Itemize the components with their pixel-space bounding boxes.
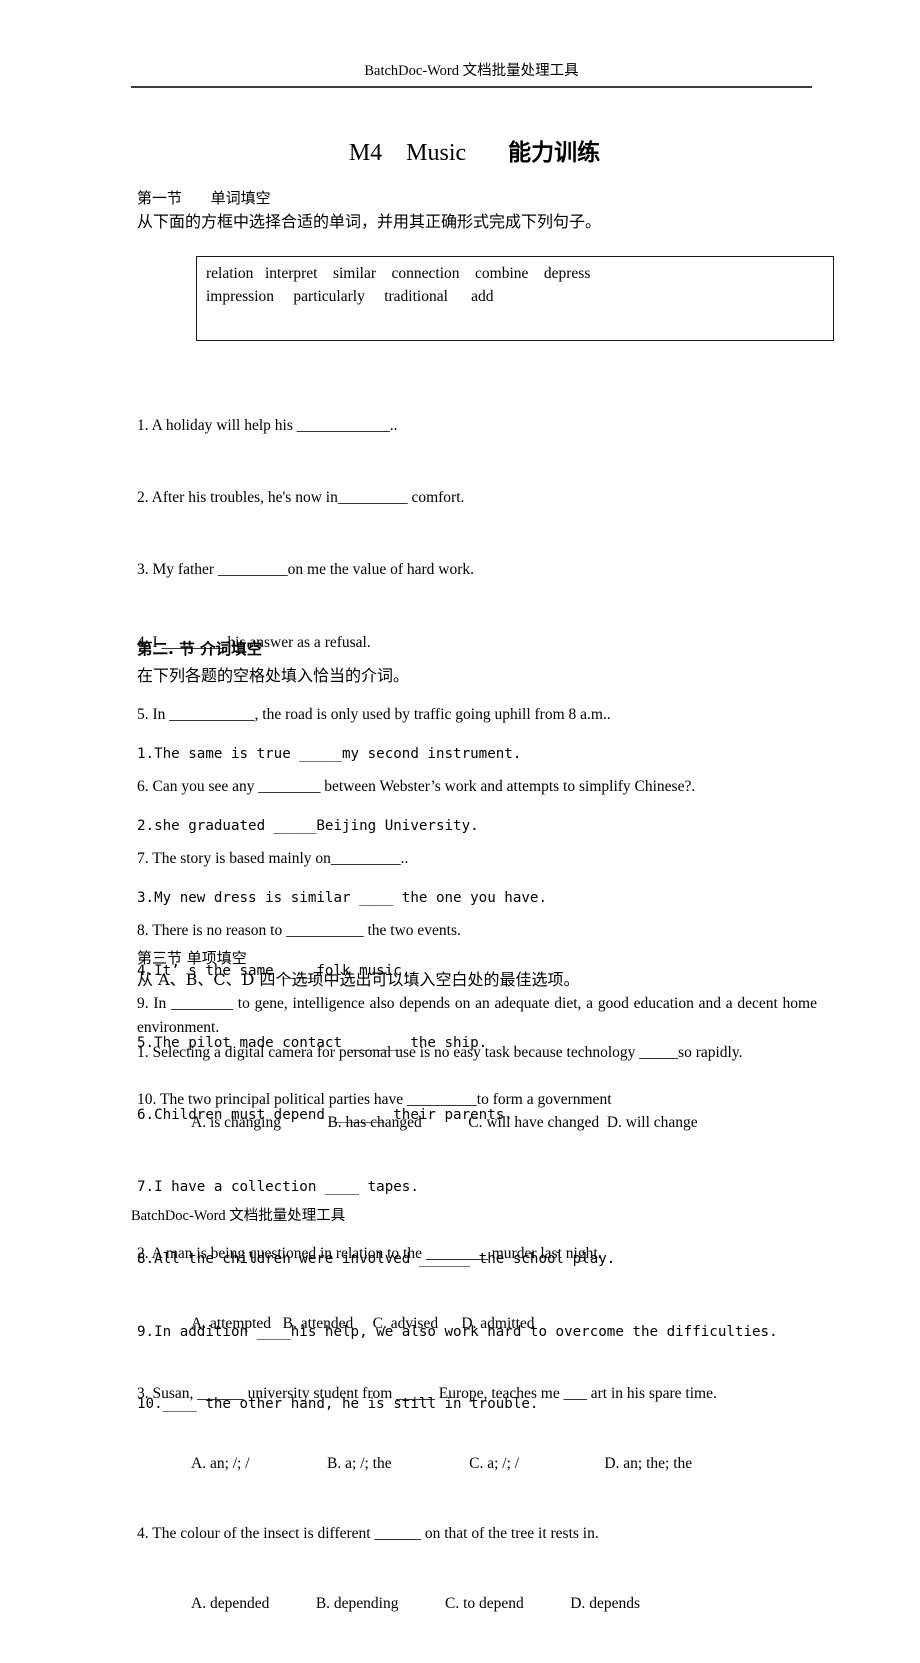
word-bank-row-2: impression particularly traditional add: [206, 288, 494, 305]
page-header: BatchDoc-Word 文档批量处理工具: [364, 63, 579, 79]
section3-instruction: 从 A、B、C、D 四个选项中选出可以填入空白处的最佳选项。: [137, 970, 580, 989]
question-options: A. depended B. depending C. to depend D.…: [191, 1595, 641, 1612]
list-item: 3.My new dress is similar ____ the one y…: [137, 890, 547, 907]
page-title-en: M4 Music: [348, 140, 509, 166]
question-stem: 2. A man is being questioned in relation…: [137, 1245, 602, 1262]
page-title: M4 Music 能力训练: [137, 138, 812, 168]
section2-instruction: 在下列各题的空格处填入恰当的介词。: [137, 666, 410, 685]
section3-heading: 第三节 单项填空: [137, 949, 247, 967]
question-options: A. an; /; / B. a; /; the C. a; /; / D. a…: [191, 1455, 693, 1472]
header-divider: [131, 86, 812, 88]
section1-heading: 第一节 单词填空: [137, 189, 271, 207]
question-options: A. attempted B. attended C. advised D. a…: [191, 1315, 535, 1332]
word-bank-row-1: relation interpret similar connection co…: [206, 265, 591, 282]
word-bank-box: relation interpret similar connection co…: [196, 256, 834, 341]
section2-heading: 第二. 节 介词填空: [137, 640, 263, 658]
list-item: 1. A holiday will help his ____________.…: [137, 417, 398, 434]
section3-questions: 1. Selecting a digital camera for person…: [137, 994, 897, 1663]
list-item: 3. My father _________on me the value of…: [137, 561, 475, 579]
document-page: BatchDoc-Word 文档批量处理工具 M4 Music 能力训练 第一节…: [0, 0, 920, 1612]
list-item: 1.The same is true _____my second instru…: [137, 746, 522, 762]
question-spacer: [137, 1182, 897, 1195]
question-options: A. is changing B. has changed C. will ha…: [191, 1114, 698, 1131]
question-stem: 3. Susan, ______ university student from…: [137, 1385, 717, 1402]
page-title-cn: 能力训练: [508, 140, 601, 166]
section1-instruction: 从下面的方框中选择合适的单词，并用其正确形式完成下列句子。: [137, 212, 602, 231]
question-stem: 1. Selecting a digital camera for person…: [137, 1044, 743, 1061]
question-stem: 4. The colour of the insect is different…: [137, 1525, 599, 1542]
list-item: 2.she graduated _____Beijing University.: [137, 818, 479, 835]
page-footer: BatchDoc-Word 文档批量处理工具: [131, 1208, 346, 1224]
list-item: 2. After his troubles, he's now in______…: [137, 489, 465, 507]
